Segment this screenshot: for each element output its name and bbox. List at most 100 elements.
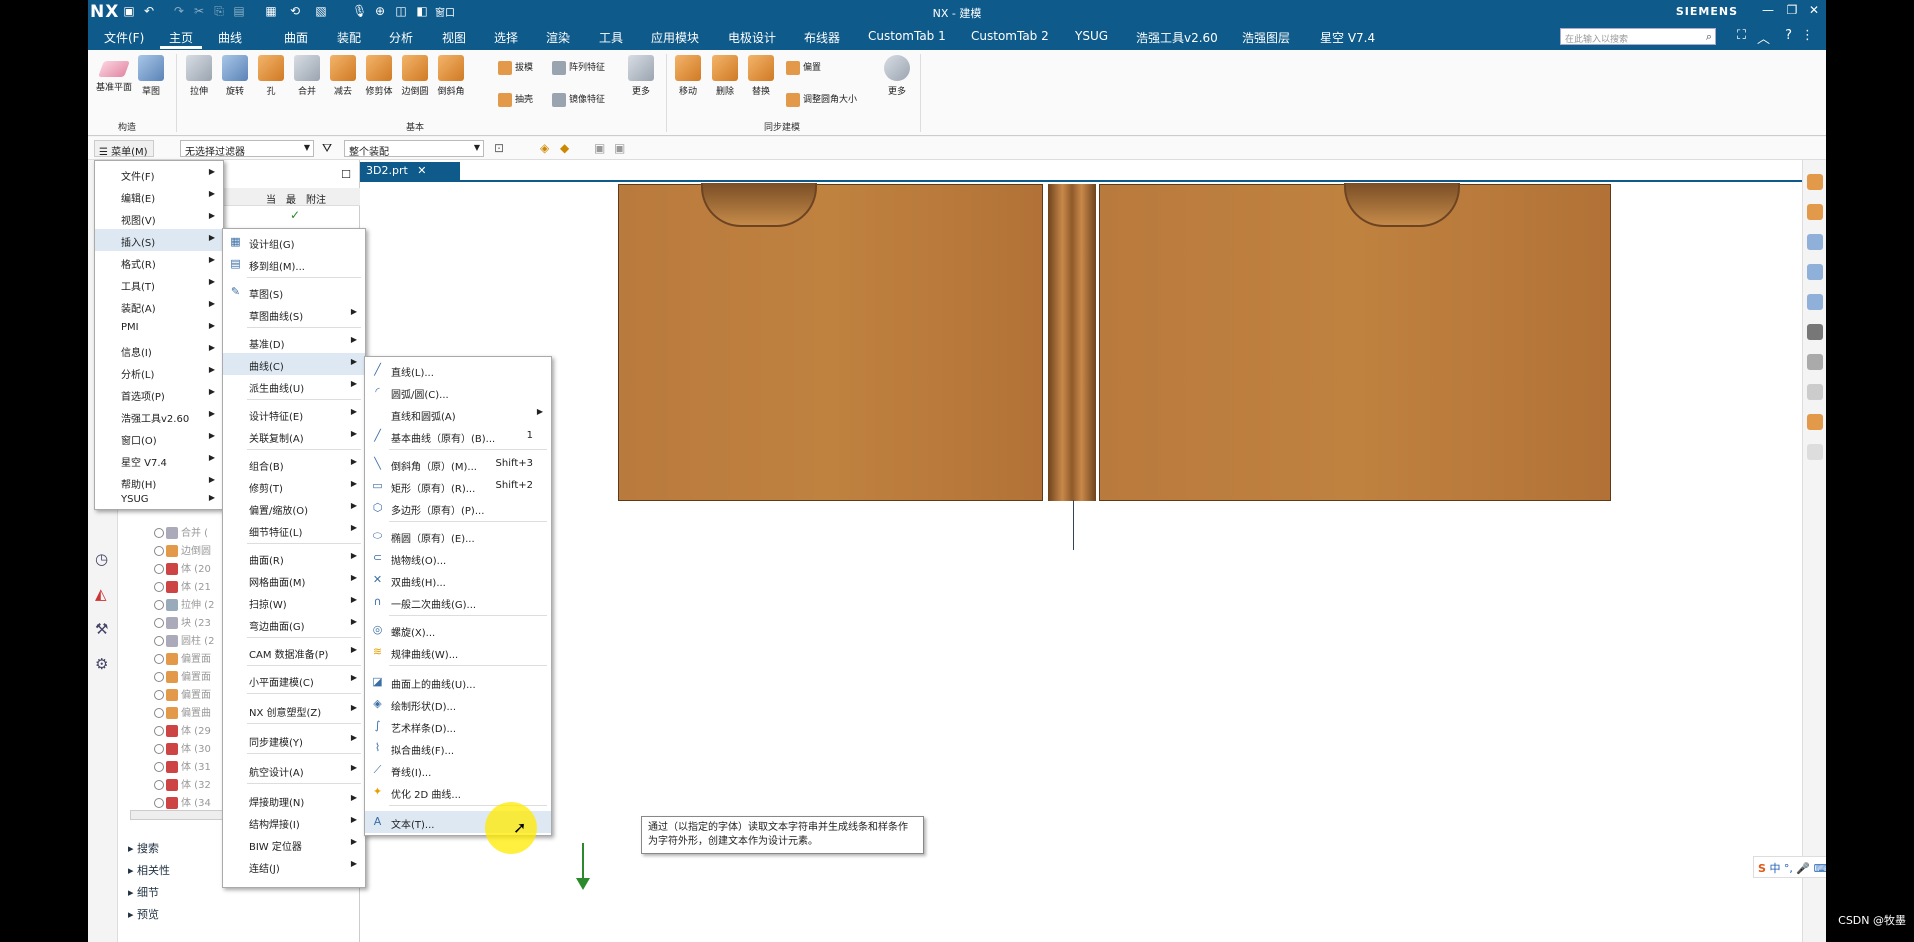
menu-item-sketch-shape[interactable]: ◈ 绘制形状(D)... [365,693,551,715]
type-filter-select[interactable]: 无选择过滤器 ▼ [180,140,314,158]
select-edge-icon[interactable]: ▣ [614,141,625,155]
tab-render[interactable]: 渲染 [546,29,570,46]
extrude-button[interactable]: 拉伸 [182,55,216,97]
menu-item-ysug[interactable]: YSUG ▶ [95,489,223,511]
menu-item-assembly[interactable]: 装配(A) ▶ [95,295,223,317]
menu-button[interactable]: ☰ 菜单(M) ▾ [94,140,154,169]
tree-row[interactable]: 体 (30 [154,740,211,755]
shell-button[interactable]: 抽壳 [498,92,533,107]
draft-button[interactable]: 拔模 [498,60,533,75]
doc-tab-3d2[interactable]: 3D2.prt ✕ [360,162,460,180]
selection-scope-select[interactable]: 整个装配 ▼ [344,140,484,158]
tab-applications[interactable]: 应用模块 [651,29,699,46]
mirror-feature-button[interactable]: 镜像特征 [552,92,605,107]
tab-select[interactable]: 选择 [494,29,518,46]
menu-item-chamfer-curve[interactable]: ╲ 倒斜角（原）(M)... Shift+3 [365,453,551,475]
command-search-input[interactable]: 在此输入以搜索 ⌕ [1560,28,1716,45]
more-options-icon[interactable]: ⋮ [1801,28,1814,43]
menu-item-ellipse[interactable]: ⬭ 椭圆（原有）(E)... [365,525,551,547]
maximize-panel-icon[interactable]: ☐ [341,168,351,181]
snap-point-icon[interactable]: ⊡ [494,141,504,155]
sketch-button[interactable]: 草图 [134,55,168,97]
menu-item-format[interactable]: 格式(R) ▶ [95,251,223,273]
unite-button[interactable]: 合并 [290,55,324,97]
visibility-icon[interactable] [154,600,164,610]
menu-item-mesh-surface[interactable]: 网格曲面(M) ▶ [223,569,365,591]
visibility-icon[interactable] [154,798,164,808]
part-body-right[interactable] [1099,183,1611,501]
section-search[interactable]: ▸ 搜索 [128,840,159,856]
menu-item-sketch[interactable]: ✎ 草图(S) [223,281,365,303]
menu-item-law-curve[interactable]: ≋ 规律曲线(W)... [365,641,551,663]
column-latest[interactable]: 最 [286,191,296,206]
menu-item-studio-spline[interactable]: ∫ 艺术样条(D)... [365,715,551,737]
datum-plane-button[interactable]: 基准平面 [94,55,134,93]
menu-item-aero-design[interactable]: 航空设计(A) ▶ [223,759,365,781]
menu-item-weld-assistant[interactable]: 焊接助理(N) ▶ [223,789,365,811]
tree-row[interactable]: 拉伸 (2 [154,596,214,611]
tab-surface[interactable]: 曲面 [284,29,308,46]
section-view-icon[interactable] [1807,234,1823,250]
section-dependencies[interactable]: ▸ 相关性 [128,862,170,878]
menu-item-tools[interactable]: 工具(T) ▶ [95,273,223,295]
visibility-icon[interactable] [154,762,164,772]
menu-item-combine[interactable]: 组合(B) ▶ [223,453,365,475]
fullscreen-icon[interactable]: ⛶ [1737,28,1746,43]
menu-item-cam-data-prep[interactable]: CAM 数据准备(P) ▶ [223,641,365,663]
menu-item-design-group[interactable]: ▦ 设计组(G) [223,231,365,253]
menu-item-rectangle[interactable]: ▭ 矩形（原有）(R)... Shift+2 [365,475,551,497]
menu-item-join[interactable]: 连结(J) ▶ [223,855,365,877]
tab-analysis[interactable]: 分析 [389,29,413,46]
material-icon[interactable] [1807,414,1823,430]
menu-item-edit[interactable]: 编辑(E) ▶ [95,185,223,207]
menu-item-fit-curve[interactable]: ⌇ 拟合曲线(F)... [365,737,551,759]
tab-file[interactable]: 文件(F) [104,29,144,46]
menu-item-associative-copy[interactable]: 关联复制(A) ▶ [223,425,365,447]
menu-item-window[interactable]: 窗口(O) ▶ [95,427,223,449]
select-face-icon[interactable]: ▣ [594,141,605,155]
tab-view[interactable]: 视图 [442,29,466,46]
wireframe-icon[interactable] [1807,354,1823,370]
basic-more-button[interactable]: 更多 [624,55,658,97]
hide-icon[interactable] [1807,384,1823,400]
menu-item-datum[interactable]: 基准(D) ▶ [223,331,365,353]
menu-item-preferences[interactable]: 首选项(P) ▶ [95,383,223,405]
restore-icon[interactable]: ❐ [1784,3,1800,17]
menu-item-insert[interactable]: 插入(S) ▶ [95,229,223,251]
visibility-icon[interactable] [154,654,164,664]
tab-curve[interactable]: 曲线 [218,29,242,46]
visibility-icon[interactable] [154,744,164,754]
visibility-icon[interactable] [154,618,164,628]
menu-item-helix[interactable]: ◎ 螺旋(X)... [365,619,551,641]
tree-row[interactable]: 体 (29 [154,722,211,737]
tab-assembly[interactable]: 装配 [337,29,361,46]
fit-view-icon[interactable] [1807,174,1823,190]
background-icon[interactable] [1807,324,1823,340]
menu-item-facet-modeling[interactable]: 小平面建模(C) ▶ [223,669,365,691]
show-icon[interactable] [1807,444,1823,460]
visibility-icon[interactable] [154,528,164,538]
tree-row[interactable]: 体 (34 [154,794,211,809]
section-details[interactable]: ▸ 细节 [128,884,159,900]
menu-item-polygon[interactable]: ⬡ 多边形（原有）(P)... [365,497,551,519]
offset-region-button[interactable]: 偏置 [786,60,821,75]
visibility-icon[interactable] [154,546,164,556]
visibility-icon[interactable] [154,690,164,700]
palette-icon[interactable]: ◭ [95,585,113,603]
select-body-icon[interactable]: ◆ [560,141,569,155]
tree-row[interactable]: 边倒圆 [154,542,211,557]
menu-item-surface[interactable]: 曲面(R) ▶ [223,547,365,569]
tree-row[interactable]: 体 (32 [154,776,211,791]
menu-item-optimize-2d[interactable]: ✦ 优化 2D 曲线... [365,781,551,803]
hole-button[interactable]: 孔 [254,55,288,97]
menu-item-info[interactable]: 信息(I) ▶ [95,339,223,361]
replace-face-button[interactable]: 替换 [744,55,778,97]
subtract-button[interactable]: 减去 [326,55,360,97]
tree-row[interactable]: 偏置面 [154,686,211,701]
menu-item-view[interactable]: 视图(V) ▶ [95,207,223,229]
history-icon[interactable]: ◷ [95,550,113,568]
edge-blend-button[interactable]: 边倒圆 [398,55,432,97]
tab-home[interactable]: 主页 [169,29,193,46]
menu-item-sync-modeling[interactable]: 同步建模(Y) ▶ [223,729,365,751]
visibility-icon[interactable] [154,780,164,790]
